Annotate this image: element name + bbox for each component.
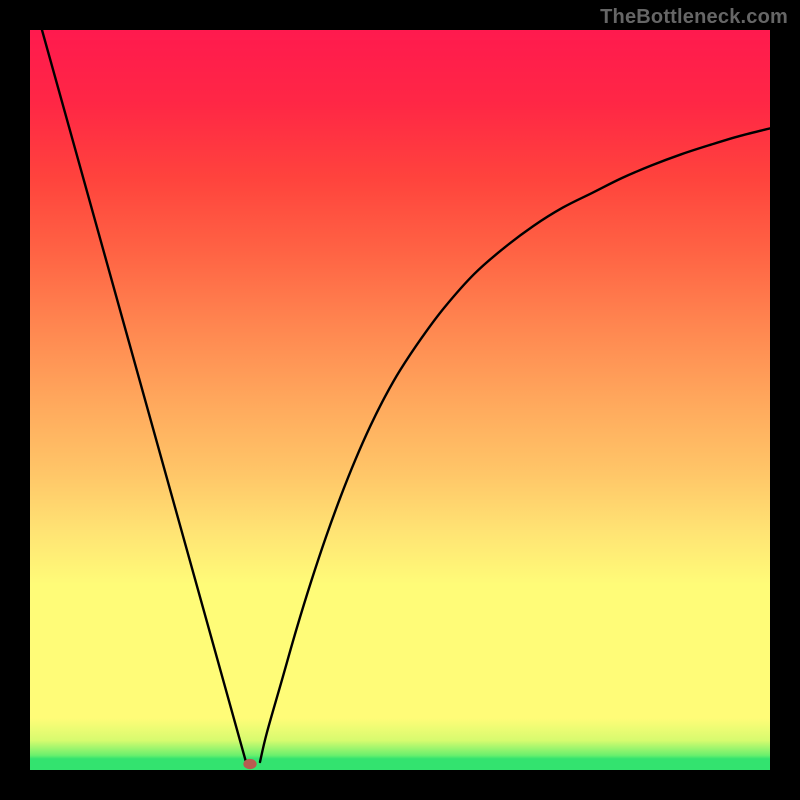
plot-svg xyxy=(30,30,770,770)
chart-frame: TheBottleneck.com xyxy=(0,0,800,800)
curve-right-branch xyxy=(260,128,770,762)
plot-area xyxy=(30,30,770,770)
curve-left-branch xyxy=(42,30,246,762)
watermark-text: TheBottleneck.com xyxy=(600,6,788,29)
minimum-marker xyxy=(243,759,256,769)
